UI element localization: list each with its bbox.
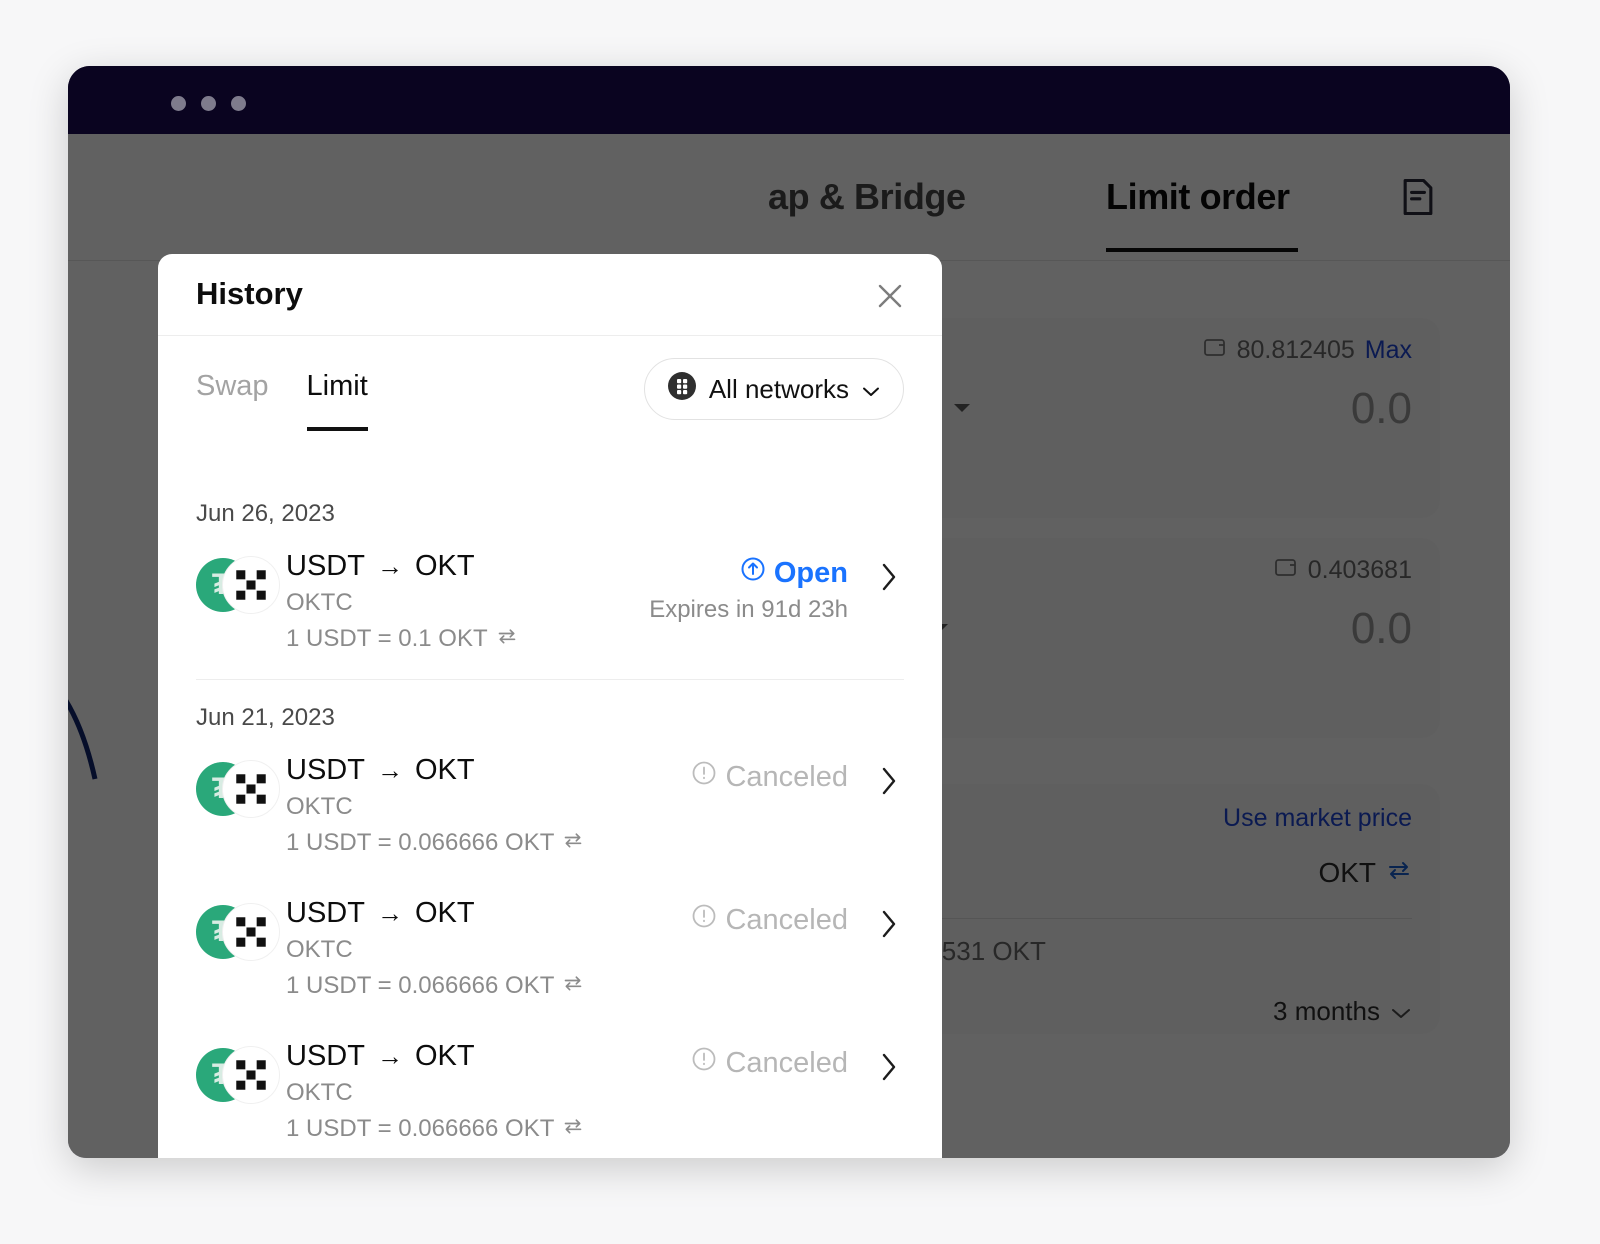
status-badge: Open xyxy=(649,556,848,590)
order-rate-text: 1 USDT = 0.066666 OKT xyxy=(286,972,555,999)
order-rate: 1 USDT = 0.066666 OKT xyxy=(286,829,691,857)
order-pair: USDT → OKT xyxy=(286,1040,691,1073)
arrow-right-icon: → xyxy=(376,898,403,928)
order-pair: USDT → OKT xyxy=(286,754,691,787)
status-badge: Canceled xyxy=(691,1046,848,1080)
order-chain: OKTC xyxy=(286,793,353,820)
order-details: USDT → OKT OKTC 1 USDT = 0.1 OKT xyxy=(286,550,649,653)
browser-window: ap & Bridge Limit order ll xyxy=(68,66,1510,1158)
status-sub-label: Expires in 91d 23h xyxy=(649,596,848,623)
chevron-down-icon xyxy=(861,374,881,405)
order-details: USDT → OKT OKTC 1 USDT = 0.066666 OKT xyxy=(286,754,691,857)
status-label: Canceled xyxy=(725,760,848,793)
order-details: USDT → OKT OKTC 1 USDT = 0.066666 OKT xyxy=(286,1040,691,1143)
order-rate-text: 1 USDT = 0.066666 OKT xyxy=(286,1115,555,1142)
modal-header: History xyxy=(158,254,942,336)
page-title: History xyxy=(196,276,303,311)
order-status-area: Open Expires in 91d 23h xyxy=(649,556,904,624)
order-to-token: OKT xyxy=(414,550,475,582)
order-to-token: OKT xyxy=(414,897,475,929)
window-minimize-dot[interactable] xyxy=(201,96,216,111)
arrow-up-circle-icon xyxy=(740,556,766,590)
order-from-token: USDT xyxy=(286,550,365,582)
swap-rate-icon[interactable] xyxy=(562,829,584,857)
swap-rate-icon[interactable] xyxy=(496,625,518,653)
order-rate-text: 1 USDT = 0.066666 OKT xyxy=(286,829,555,856)
okt-coin-icon xyxy=(222,556,280,614)
history-list[interactable]: Jun 26, 2023 ₮ USDT → OKT OKTC 1 USDT = … xyxy=(158,476,942,1158)
order-status-area: Canceled xyxy=(691,1046,904,1084)
order-from-token: USDT xyxy=(286,1040,365,1072)
order-rate: 1 USDT = 0.066666 OKT xyxy=(286,972,691,1000)
window-maximize-dot[interactable] xyxy=(231,96,246,111)
grid-dots-icon xyxy=(667,371,697,408)
order-token-icons: ₮ xyxy=(196,758,280,820)
order-chain: OKTC xyxy=(286,936,353,963)
status-label: Open xyxy=(773,556,848,589)
tab-swap[interactable]: Swap xyxy=(196,370,269,417)
order-token-icons: ₮ xyxy=(196,554,280,616)
okt-coin-icon xyxy=(222,903,280,961)
history-date-header: Jun 21, 2023 xyxy=(196,704,335,731)
history-date-header: Jun 26, 2023 xyxy=(196,500,335,527)
exclamation-circle-icon xyxy=(691,1046,717,1080)
order-pair: USDT → OKT xyxy=(286,897,691,930)
order-status-area: Canceled xyxy=(691,760,904,798)
order-rate: 1 USDT = 0.066666 OKT xyxy=(286,1115,691,1143)
order-details: USDT → OKT OKTC 1 USDT = 0.066666 OKT xyxy=(286,897,691,1000)
history-order-row[interactable]: ₮ USDT → OKT OKTC 1 USDT = 0.1 OKT Open … xyxy=(158,528,942,671)
chevron-right-icon[interactable] xyxy=(874,1050,904,1084)
status-label: Canceled xyxy=(725,1046,848,1079)
swap-rate-icon[interactable] xyxy=(562,972,584,1000)
network-filter-dropdown[interactable]: All networks xyxy=(643,358,904,420)
arrow-right-icon: → xyxy=(376,755,403,785)
exclamation-circle-icon xyxy=(691,760,717,794)
history-modal: History Swap Limit All networks Jun 26, … xyxy=(158,254,942,1158)
browser-titlebar xyxy=(68,66,1510,180)
order-chain: OKTC xyxy=(286,589,353,616)
status-label: Canceled xyxy=(725,903,848,936)
order-to-token: OKT xyxy=(414,1040,475,1072)
network-filter-label: All networks xyxy=(708,373,849,404)
history-order-row[interactable]: ₮ USDT → OKT OKTC 1 USDT = 0.066666 OKT xyxy=(158,732,942,875)
okt-coin-icon xyxy=(222,760,280,818)
chevron-right-icon[interactable] xyxy=(874,907,904,941)
swap-rate-icon[interactable] xyxy=(562,1115,584,1143)
exclamation-circle-icon xyxy=(691,903,717,937)
arrow-right-icon: → xyxy=(376,551,403,581)
status-badge: Canceled xyxy=(691,760,848,794)
arrow-right-icon: → xyxy=(376,1041,403,1071)
order-rate-text: 1 USDT = 0.1 OKT xyxy=(286,625,488,652)
order-rate: 1 USDT = 0.1 OKT xyxy=(286,625,649,653)
order-chain: OKTC xyxy=(286,1079,353,1106)
chevron-right-icon[interactable] xyxy=(874,560,904,594)
window-close-dot[interactable] xyxy=(171,96,186,111)
history-order-row[interactable]: ₮ USDT → OKT OKTC 1 USDT = 0.066666 OKT xyxy=(158,875,942,1018)
order-from-token: USDT xyxy=(286,754,365,786)
tab-limit[interactable]: Limit xyxy=(306,370,369,431)
okt-coin-icon xyxy=(222,1046,280,1104)
order-pair: USDT → OKT xyxy=(286,550,649,583)
status-badge: Canceled xyxy=(691,903,848,937)
modal-tab-bar: Swap Limit xyxy=(196,370,369,431)
close-icon[interactable] xyxy=(870,276,910,316)
chevron-right-icon[interactable] xyxy=(874,764,904,798)
order-token-icons: ₮ xyxy=(196,901,280,963)
order-from-token: USDT xyxy=(286,897,365,929)
order-to-token: OKT xyxy=(414,754,475,786)
order-token-icons: ₮ xyxy=(196,1044,280,1106)
history-order-row[interactable]: ₮ USDT → OKT OKTC 1 USDT = 0.066666 OKT xyxy=(158,1018,942,1158)
order-status-area: Canceled xyxy=(691,903,904,941)
